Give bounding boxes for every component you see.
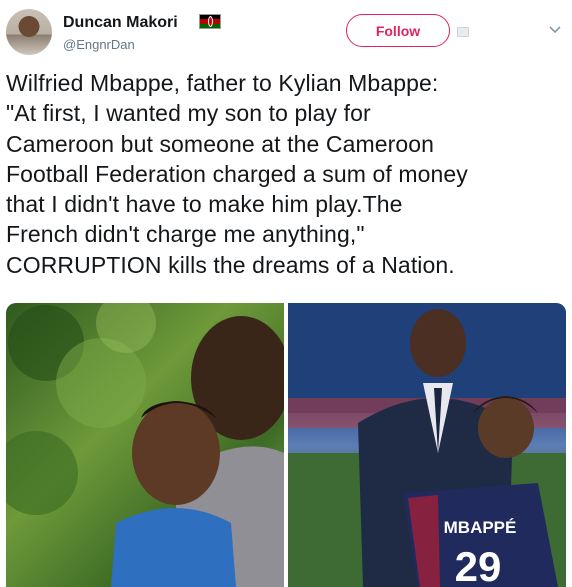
media-photo-right[interactable]: MBAPPÉ 29 bbox=[288, 303, 566, 587]
tweet-text: Wilfried Mbappe, father to Kylian Mbappe… bbox=[6, 70, 468, 278]
jersey-name: MBAPPÉ bbox=[444, 518, 517, 537]
user-handle[interactable]: @EngnrDan bbox=[63, 37, 135, 52]
follow-button[interactable]: Follow bbox=[346, 14, 450, 47]
follow-extra-icon bbox=[457, 27, 469, 37]
display-name[interactable]: Duncan Makori bbox=[63, 14, 178, 32]
chevron-down-icon[interactable] bbox=[548, 22, 562, 36]
tweet-header: Duncan Makori @EngnrDan Follow bbox=[0, 0, 572, 62]
avatar[interactable] bbox=[6, 9, 52, 55]
media-photo-left[interactable] bbox=[6, 303, 284, 587]
jersey-number: 29 bbox=[455, 543, 502, 587]
kenya-flag-icon bbox=[199, 14, 221, 29]
